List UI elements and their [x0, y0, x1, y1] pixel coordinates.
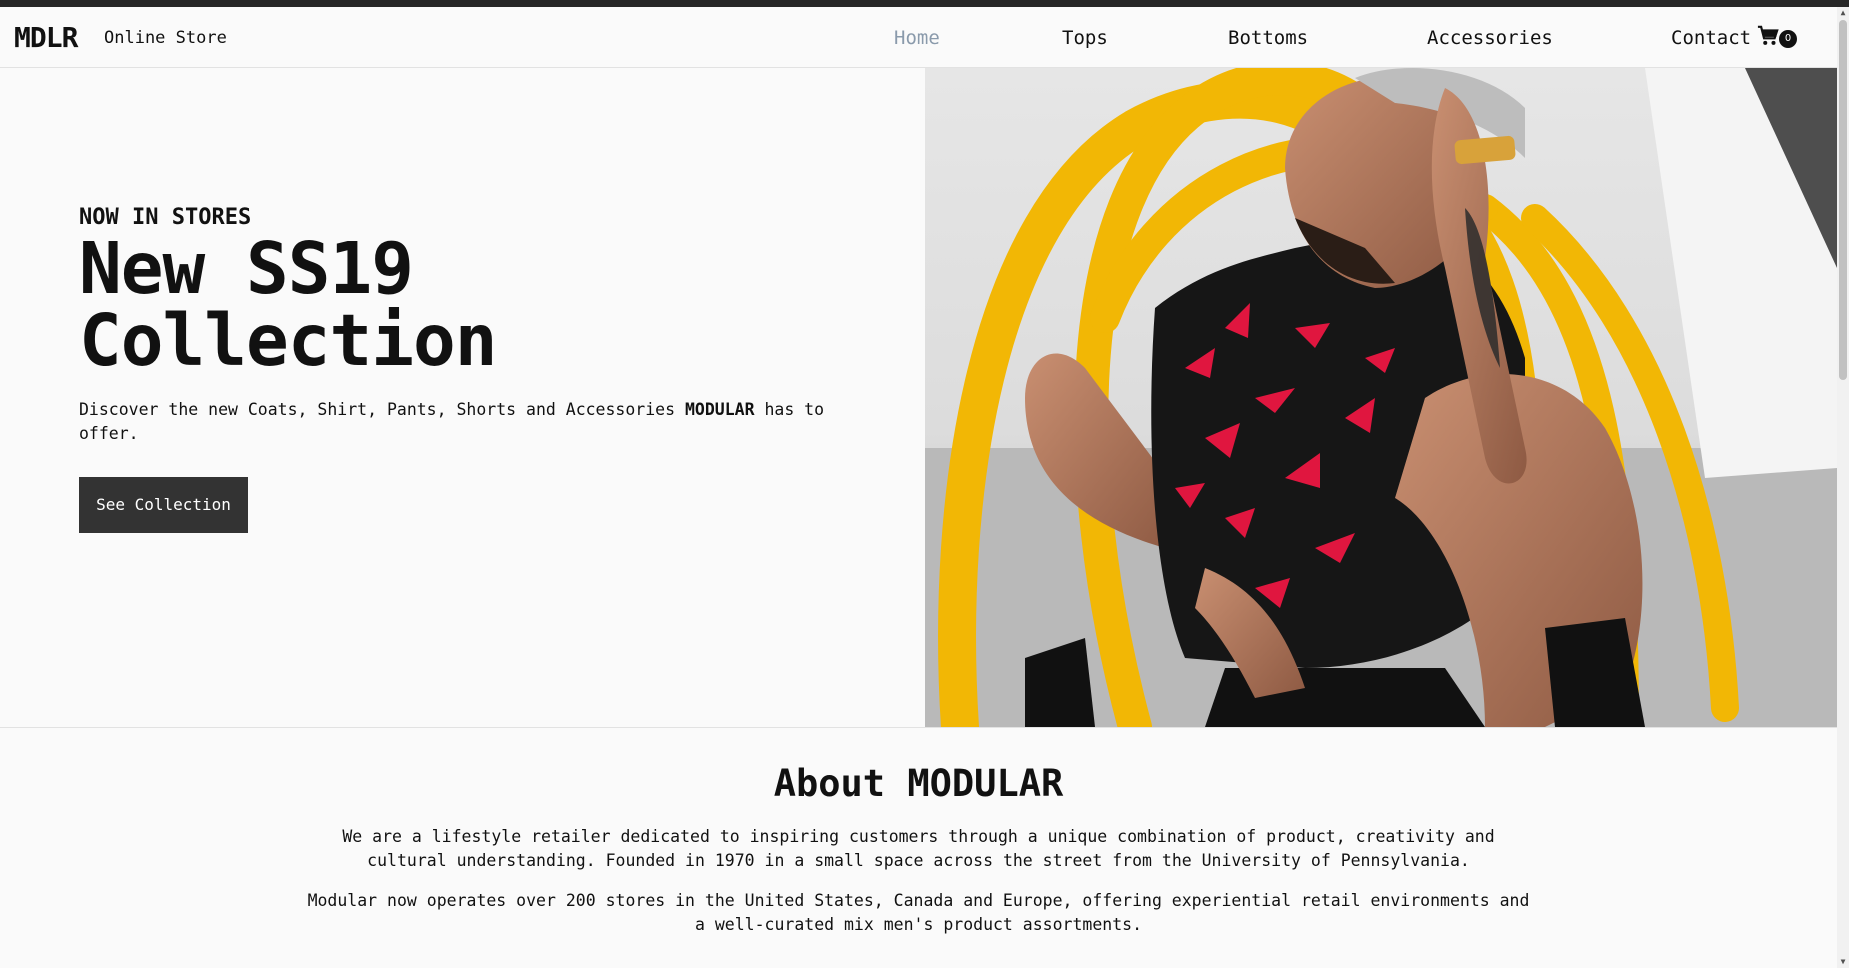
- hero-headline: New SS19 Collection: [79, 233, 779, 377]
- site-header: MDLR Online Store Home Tops Bottoms Acce…: [0, 7, 1837, 68]
- cart-icon: [1757, 25, 1779, 45]
- nav-bottoms[interactable]: Bottoms: [1228, 27, 1308, 49]
- nav-contact[interactable]: Contact: [1671, 27, 1751, 49]
- hero-description-text: Discover the new Coats, Shirt, Pants, Sh…: [79, 400, 685, 419]
- hero-photo: [925, 68, 1837, 727]
- browser-top-bar: [0, 0, 1849, 7]
- about-paragraph-1: We are a lifestyle retailer dedicated to…: [342, 827, 1495, 870]
- scroll-up-arrow-icon[interactable]: ▲: [1837, 7, 1849, 19]
- see-collection-button[interactable]: See Collection: [79, 477, 248, 533]
- cart-button[interactable]: 0: [1757, 25, 1799, 51]
- scroll-down-arrow-icon[interactable]: ▼: [1837, 956, 1849, 968]
- nav-tops[interactable]: Tops: [1062, 27, 1108, 49]
- hero-photo-illustration: [925, 68, 1837, 727]
- section-divider: [0, 727, 1837, 728]
- brand-logo[interactable]: MDLR: [14, 21, 78, 54]
- brand-tagline: Online Store: [104, 28, 227, 48]
- hero-headline-line-2: Collection: [79, 299, 497, 382]
- hero-description-brand: MODULAR: [684, 400, 755, 419]
- nav-home[interactable]: Home: [894, 27, 940, 49]
- nav-accessories[interactable]: Accessories: [1427, 27, 1553, 49]
- page-scrollbar[interactable]: ▲ ▼: [1837, 7, 1849, 968]
- about-title: About MODULAR: [773, 762, 1064, 805]
- hero-description: Discover the new Coats, Shirt, Pants, Sh…: [79, 398, 839, 446]
- scrollbar-thumb[interactable]: [1839, 20, 1847, 380]
- cart-count-badge: 0: [1779, 30, 1797, 48]
- about-paragraph-2: Modular now operates over 200 stores in …: [307, 891, 1530, 934]
- hero-headline-line-1: New SS19: [79, 227, 414, 310]
- hero-section: NOW IN STORES New SS19 Collection Discov…: [0, 68, 925, 727]
